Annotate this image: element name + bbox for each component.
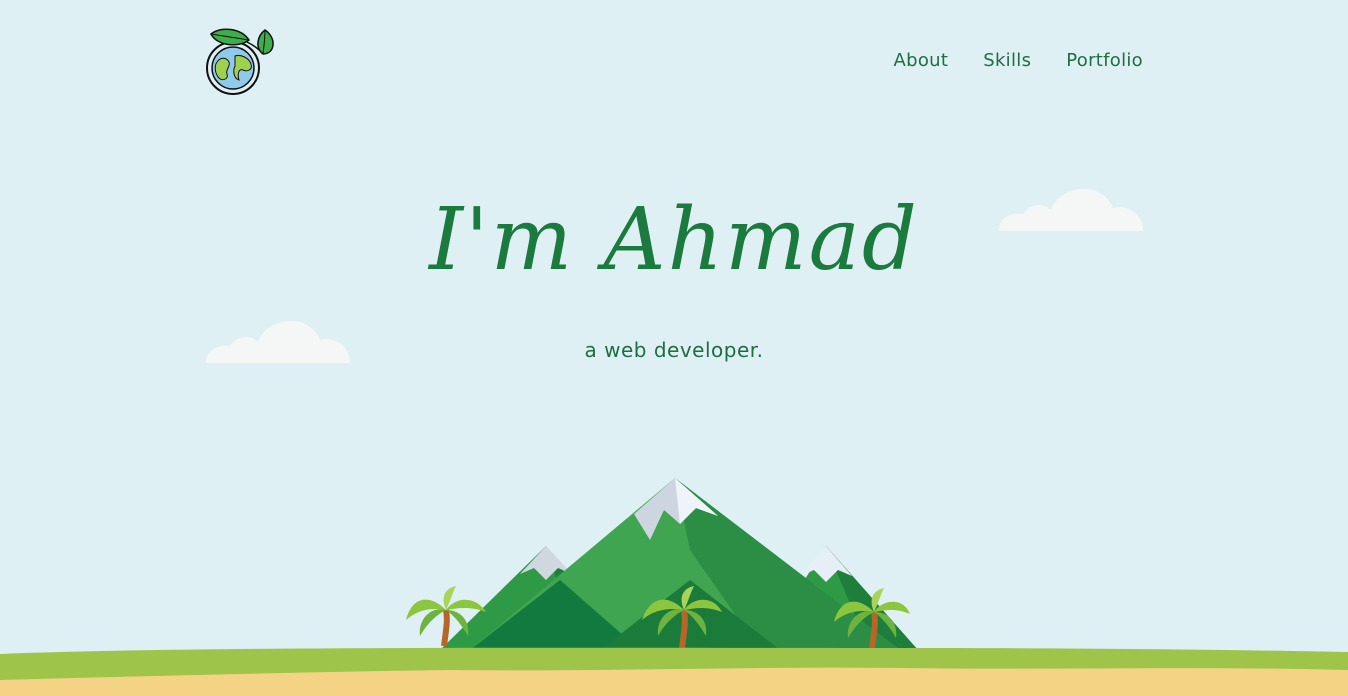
landscape-illustration — [0, 478, 1348, 696]
main-nav: About Skills Portfolio — [894, 50, 1144, 71]
earth-leaves-icon — [206, 28, 274, 95]
nav-link-skills[interactable]: Skills — [983, 50, 1031, 71]
nav-link-about[interactable]: About — [894, 50, 949, 71]
hero-subtitle: a web developer. — [584, 338, 764, 362]
page: About Skills Portfolio I'm Ahmad a web d… — [0, 0, 1348, 696]
nav-link-portfolio[interactable]: Portfolio — [1066, 50, 1143, 71]
logo[interactable] — [203, 26, 277, 100]
hero-title: I'm Ahmad — [429, 190, 919, 290]
